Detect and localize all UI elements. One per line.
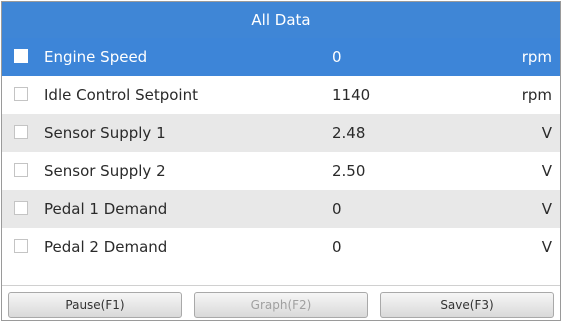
data-row-pedal-1-demand[interactable]: Pedal 1 Demand 0 V bbox=[2, 190, 560, 228]
parameter-value: 0 bbox=[332, 48, 342, 66]
graph-button[interactable]: Graph(F2) bbox=[194, 292, 368, 318]
parameter-value: 0 bbox=[332, 200, 342, 218]
parameter-name: Idle Control Setpoint bbox=[44, 86, 198, 104]
data-list: Engine Speed 0 rpm Idle Control Setpoint… bbox=[2, 38, 560, 266]
parameter-unit: V bbox=[541, 200, 552, 218]
parameter-unit: rpm bbox=[521, 48, 552, 66]
data-row-engine-speed[interactable]: Engine Speed 0 rpm bbox=[2, 38, 560, 76]
parameter-name: Pedal 1 Demand bbox=[44, 200, 168, 218]
checkbox[interactable] bbox=[14, 163, 28, 177]
checkbox[interactable] bbox=[14, 125, 28, 139]
graph-button-label: Graph(F2) bbox=[250, 298, 312, 312]
parameter-unit: V bbox=[541, 238, 552, 256]
parameter-unit: V bbox=[541, 124, 552, 142]
parameter-unit: rpm bbox=[521, 86, 552, 104]
pause-button-label: Pause(F1) bbox=[65, 298, 125, 312]
data-row-sensor-supply-2[interactable]: Sensor Supply 2 2.50 V bbox=[2, 152, 560, 190]
parameter-name: Sensor Supply 1 bbox=[44, 124, 166, 142]
parameter-value: 1140 bbox=[332, 86, 371, 104]
data-row-pedal-2-demand[interactable]: Pedal 2 Demand 0 V bbox=[2, 228, 560, 266]
data-row-idle-control-setpoint[interactable]: Idle Control Setpoint 1140 rpm bbox=[2, 76, 560, 114]
all-data-window: All Data Engine Speed 0 rpm Idle Control… bbox=[1, 1, 561, 321]
parameter-unit: V bbox=[541, 162, 552, 180]
function-key-bar: Pause(F1) Graph(F2) Save(F3) bbox=[2, 285, 560, 320]
data-row-sensor-supply-1[interactable]: Sensor Supply 1 2.48 V bbox=[2, 114, 560, 152]
checkbox[interactable] bbox=[14, 239, 28, 253]
pause-button[interactable]: Pause(F1) bbox=[8, 292, 182, 318]
window-title-bar: All Data bbox=[2, 2, 560, 38]
parameter-name: Pedal 2 Demand bbox=[44, 238, 168, 256]
checkbox[interactable] bbox=[14, 87, 28, 101]
parameter-name: Engine Speed bbox=[44, 48, 148, 66]
window-title: All Data bbox=[251, 11, 311, 29]
save-button-label: Save(F3) bbox=[440, 298, 494, 312]
checkbox[interactable] bbox=[14, 201, 28, 215]
checkbox[interactable] bbox=[14, 49, 28, 63]
parameter-name: Sensor Supply 2 bbox=[44, 162, 166, 180]
parameter-value: 2.48 bbox=[332, 124, 366, 142]
parameter-value: 0 bbox=[332, 238, 342, 256]
parameter-value: 2.50 bbox=[332, 162, 366, 180]
save-button[interactable]: Save(F3) bbox=[380, 292, 554, 318]
